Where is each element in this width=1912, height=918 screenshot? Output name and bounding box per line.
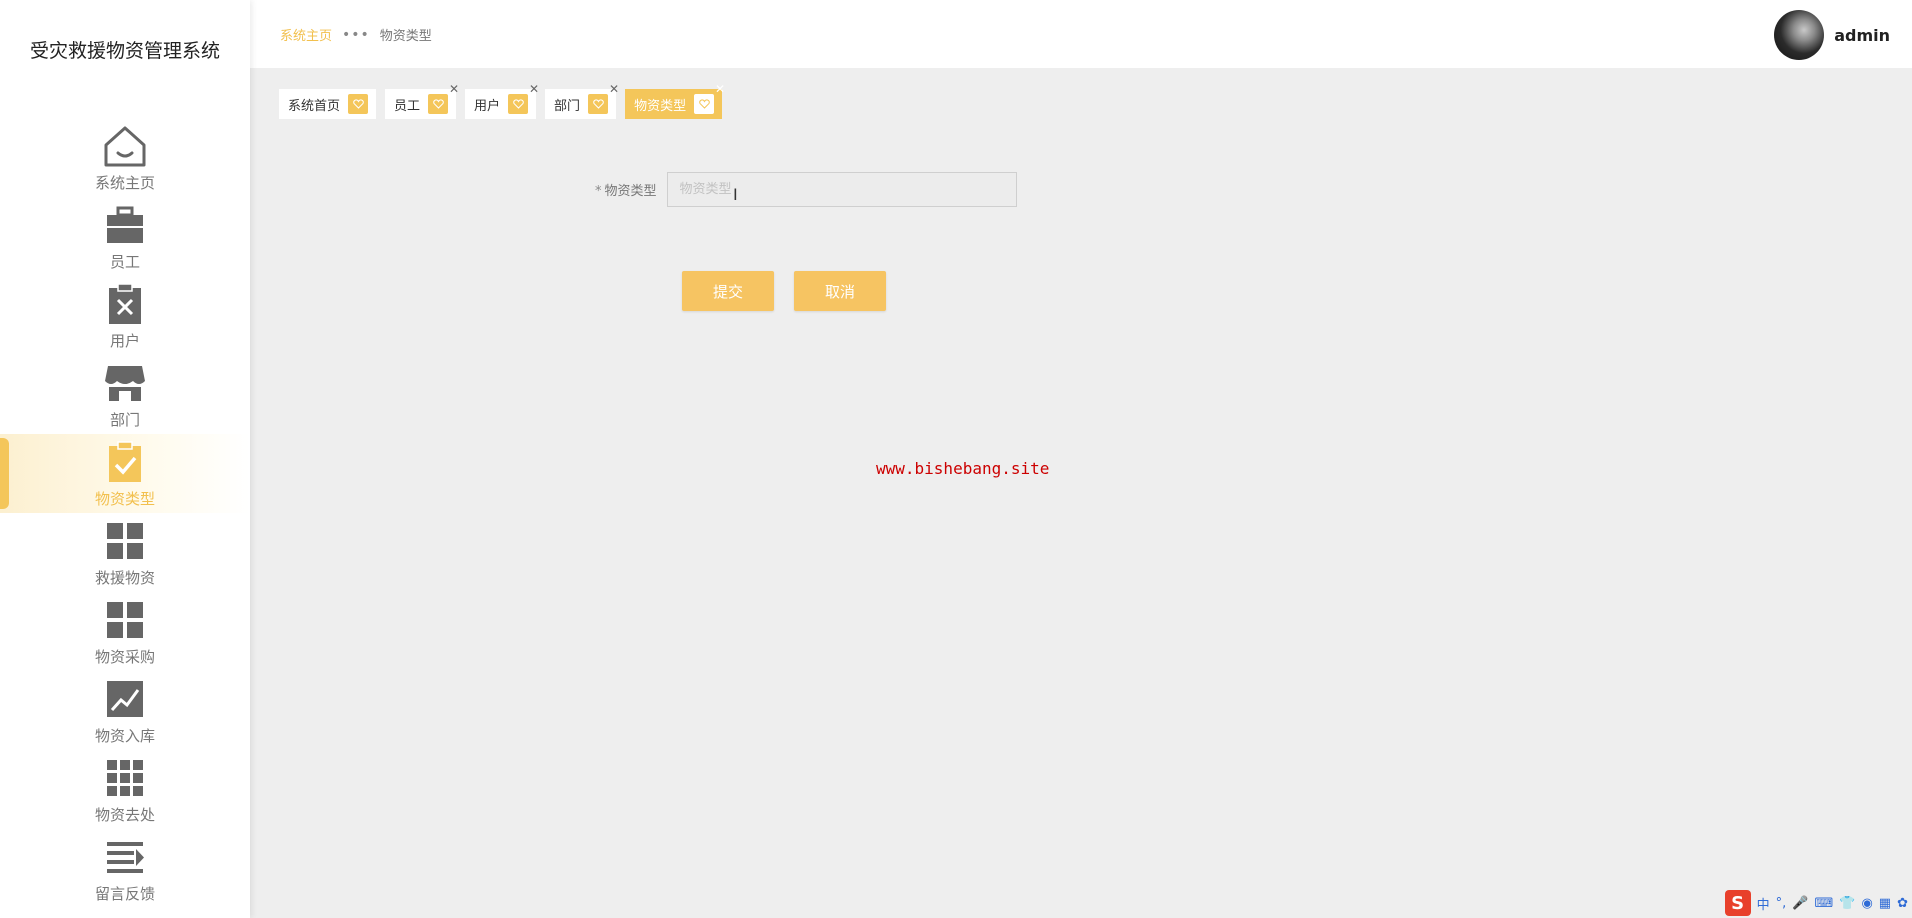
sidebar-item-label: 系统主页 [94, 174, 155, 192]
tab-material-type[interactable]: 物资类型 ✕ [625, 83, 725, 119]
sidebar-item-label: 救援物资 [94, 569, 155, 587]
heart-icon [348, 94, 369, 114]
trend-chart-icon [101, 675, 149, 723]
submit-button[interactable]: 提交 [682, 271, 774, 311]
sidebar-item-label: 用户 [109, 332, 140, 350]
settings-icon[interactable]: ✿ [1897, 896, 1908, 911]
sidebar-item-label: 员工 [109, 253, 140, 271]
home-icon [101, 122, 149, 170]
required-mark: * [595, 184, 602, 199]
avatar[interactable] [1774, 10, 1825, 60]
sidebar-item-label: 部门 [109, 411, 140, 429]
material-type-label-text: 物资类型 [604, 184, 657, 199]
sidebar-item-inbound[interactable]: 物资入库 [0, 671, 250, 750]
sidebar-item-material-type[interactable]: 物资类型 [0, 434, 250, 513]
sidebar: 受灾救援物资管理系统 系统主页 员工 用户 部门 物资类型 救援物资 物资采购 … [0, 0, 250, 918]
heart-icon [428, 94, 449, 114]
close-icon[interactable]: ✕ [715, 83, 725, 95]
breadcrumb-home[interactable]: 系统主页 [280, 25, 332, 44]
sidebar-item-home[interactable]: 系统主页 [0, 118, 250, 197]
tab-user[interactable]: 用户 ✕ [465, 83, 539, 119]
cancel-button[interactable]: 取消 [794, 271, 886, 311]
text-cursor-icon: I [733, 185, 738, 204]
sidebar-item-label: 物资去处 [94, 806, 155, 824]
material-type-label: * 物资类型 [595, 180, 657, 199]
tab-label: 用户 [474, 98, 501, 114]
tab-label: 系统首页 [288, 98, 341, 114]
apps-icon[interactable]: ▦ [1879, 896, 1891, 911]
sidebar-item-procurement[interactable]: 物资采购 [0, 592, 250, 671]
user-menu[interactable]: admin [1774, 10, 1890, 60]
sidebar-item-employee[interactable]: 员工 [0, 197, 250, 276]
sidebar-item-rescue-material[interactable]: 救援物资 [0, 513, 250, 592]
breadcrumb-separator: ••• [342, 26, 370, 43]
sidebar-item-user[interactable]: 用户 [0, 276, 250, 355]
storefront-icon [101, 359, 149, 407]
tab-label: 物资类型 [634, 98, 687, 114]
tab-employee[interactable]: 员工 ✕ [385, 83, 459, 119]
briefcase-icon [101, 201, 149, 249]
topbar: 系统主页 ••• 物资类型 admin [250, 0, 1912, 68]
form-row-material-type: * 物资类型 [595, 172, 1017, 207]
heart-icon [508, 94, 529, 114]
sidebar-item-feedback[interactable]: 留言反馈 [0, 829, 250, 908]
keyboard-icon[interactable]: ⌨ [1815, 896, 1834, 911]
close-icon[interactable]: ✕ [529, 83, 539, 95]
sidebar-item-label: 物资入库 [94, 727, 155, 745]
ime-logo-icon[interactable]: S [1724, 890, 1751, 916]
tab-label: 部门 [554, 98, 581, 114]
sidebar-item-label: 物资类型 [94, 490, 155, 508]
clipboard-check-icon [101, 438, 149, 486]
punctuation-icon[interactable]: °, [1776, 896, 1787, 911]
sidebar-nav: 系统主页 员工 用户 部门 物资类型 救援物资 物资采购 物资入库 物资去处 留… [0, 118, 250, 908]
grid-icon [101, 517, 149, 565]
tab-bar: 系统首页 员工 ✕ 用户 ✕ 部门 ✕ 物资类型 ✕ [279, 83, 725, 119]
tab-home[interactable]: 系统首页 [279, 89, 377, 119]
tab-label: 员工 [394, 98, 421, 114]
sidebar-item-label: 物资采购 [94, 648, 155, 666]
sidebar-item-label: 留言反馈 [94, 885, 155, 903]
username[interactable]: admin [1834, 26, 1890, 45]
microphone-icon[interactable]: 🎤 [1792, 896, 1808, 911]
watermark: www.bishebang.site [876, 459, 1050, 478]
close-icon[interactable]: ✕ [609, 83, 619, 95]
skin-icon[interactable]: 👕 [1839, 896, 1855, 911]
heart-icon [588, 94, 609, 114]
close-icon[interactable]: ✕ [449, 83, 459, 95]
tab-department[interactable]: 部门 ✕ [545, 83, 619, 119]
grid-9-icon [101, 754, 149, 802]
heart-icon [694, 94, 715, 114]
gamepad-icon[interactable]: ◉ [1861, 896, 1872, 911]
material-type-input[interactable] [666, 172, 1017, 207]
breadcrumb: 系统主页 ••• 物资类型 [280, 25, 432, 45]
ime-toolbar: S 中 °, 🎤 ⌨ 👕 ◉ ▦ ✿ [1719, 888, 1912, 918]
breadcrumb-current: 物资类型 [379, 29, 432, 44]
ime-mode[interactable]: 中 [1757, 894, 1770, 913]
app-title: 受灾救援物资管理系统 [29, 40, 220, 62]
clipboard-x-icon [101, 280, 149, 328]
list-arrow-icon [101, 833, 149, 881]
sidebar-item-department[interactable]: 部门 [0, 355, 250, 434]
form-actions: 提交 取消 [682, 271, 886, 311]
grid-icon [101, 596, 149, 644]
sidebar-item-destination[interactable]: 物资去处 [0, 750, 250, 829]
